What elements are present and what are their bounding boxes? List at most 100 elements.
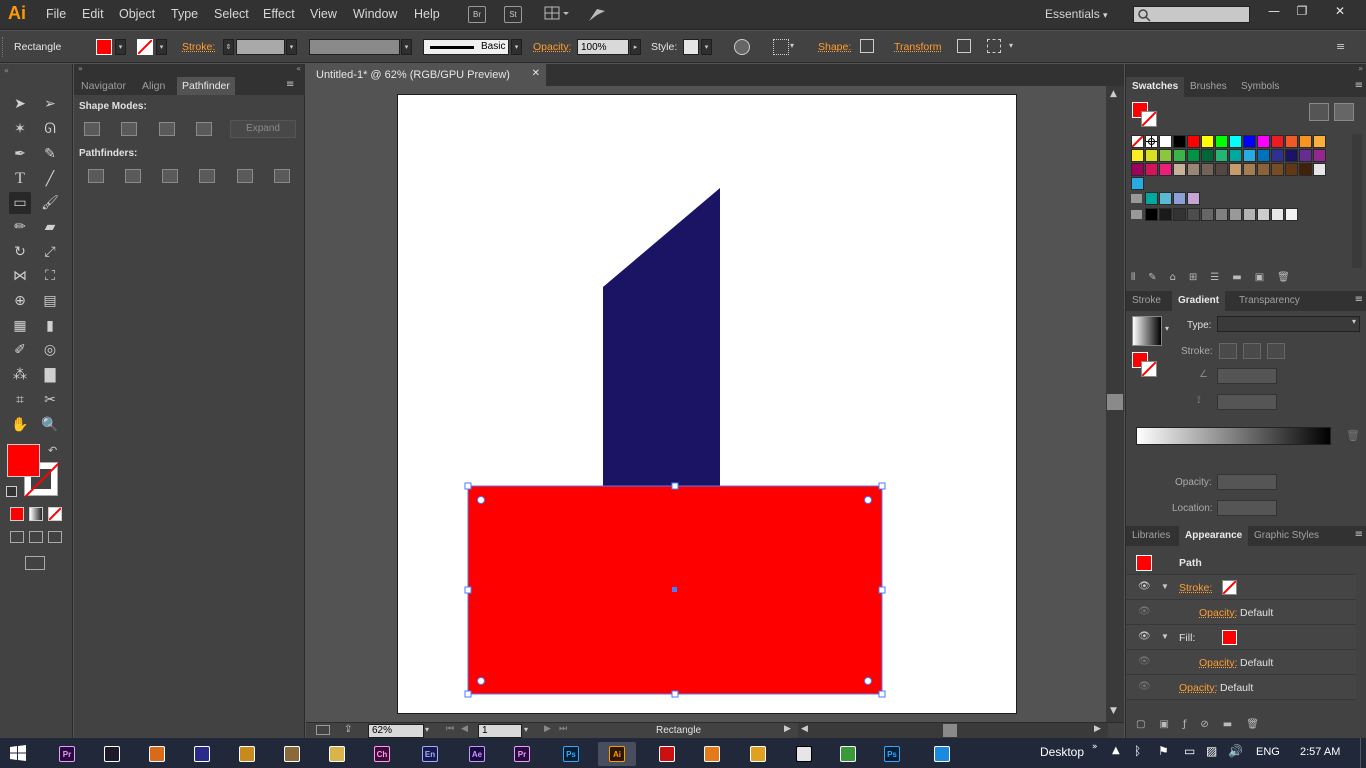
color-mode-icon[interactable] (10, 507, 24, 521)
fill-swatch[interactable] (96, 39, 112, 55)
chevron-down-icon[interactable]: ▼ (1161, 582, 1169, 591)
tray-overflow-icon[interactable]: ▲ (1112, 745, 1120, 756)
stock-button[interactable]: St (504, 6, 522, 23)
appearance-stroke-row[interactable]: 👁 ▼ Stroke: (1126, 575, 1356, 600)
color-swatch[interactable] (1187, 149, 1200, 162)
color-swatch[interactable] (1173, 149, 1186, 162)
status-menu-icon[interactable]: ▶ (784, 724, 791, 734)
color-swatch[interactable] (1243, 135, 1256, 148)
gradient-slider[interactable] (1136, 427, 1331, 445)
shape-properties-icon[interactable] (860, 39, 874, 53)
taskbar-app[interactable] (923, 742, 961, 766)
corner-widget[interactable] (477, 496, 485, 504)
aspect-ratio-field[interactable] (1217, 394, 1277, 410)
eye-icon[interactable]: 👁 (1138, 581, 1151, 592)
free-transform-tool-icon[interactable]: ⛶ (39, 265, 61, 287)
isolate-icon[interactable] (987, 39, 1001, 53)
windows-start-icon[interactable] (10, 745, 26, 761)
previous-artboard-icon[interactable]: ◀ (461, 724, 468, 734)
menu-file[interactable]: File (46, 7, 66, 21)
collapse-icon[interactable]: « (4, 66, 9, 75)
fill-swatch[interactable] (1222, 630, 1237, 645)
taskbar-app[interactable] (648, 742, 686, 766)
chevron-down-icon[interactable]: ▾ (1009, 41, 1013, 50)
taskbar-app[interactable]: Ps (873, 742, 911, 766)
screen-mode-icon[interactable] (25, 556, 45, 570)
chevron-down-icon[interactable]: ▾ (524, 725, 528, 734)
color-swatch[interactable] (1243, 163, 1256, 176)
dock-collapse-bar[interactable]: » (1126, 64, 1366, 77)
draw-normal-icon[interactable] (10, 531, 24, 543)
color-swatch[interactable] (1313, 163, 1326, 176)
color-swatch[interactable] (1173, 208, 1186, 221)
arrange-documents-icon[interactable] (544, 6, 570, 23)
expand-button[interactable]: Expand (230, 120, 296, 138)
align-to-icon[interactable] (773, 39, 789, 55)
last-artboard-icon[interactable]: ⏭ (559, 724, 567, 734)
color-swatch[interactable] (1145, 163, 1158, 176)
minus-back-icon[interactable] (274, 169, 290, 183)
color-swatch[interactable] (1173, 163, 1186, 176)
handle-middle-right[interactable] (878, 586, 886, 594)
opacity-link[interactable]: Opacity: (1179, 682, 1218, 694)
gradient-type-select[interactable]: ▾ (1217, 316, 1360, 332)
color-swatch[interactable] (1299, 149, 1312, 162)
scroll-thumb[interactable] (943, 724, 957, 737)
taskbar-app[interactable] (693, 742, 731, 766)
rectangle-tool-icon[interactable]: ▭ (9, 192, 31, 214)
profile-dropdown[interactable]: ▾ (401, 39, 412, 55)
stroke-along-icon[interactable] (1243, 343, 1261, 359)
tab-transparency[interactable]: Transparency (1233, 291, 1306, 311)
unite-icon[interactable] (84, 122, 100, 136)
color-swatch[interactable] (1313, 135, 1326, 148)
merge-icon[interactable] (162, 169, 178, 183)
gradient-location-field[interactable] (1217, 500, 1277, 516)
appearance-fill-opacity-row[interactable]: 👁 Opacity: Default (1126, 650, 1356, 675)
opacity-link[interactable]: Opacity: (1199, 607, 1238, 619)
color-swatch[interactable] (1131, 135, 1144, 148)
angle-field[interactable] (1217, 368, 1277, 384)
grip-handle[interactable] (2, 37, 5, 57)
panel-menu-icon[interactable]: ≡ (1355, 294, 1363, 305)
taskbar-app[interactable]: En (411, 742, 449, 766)
menu-object[interactable]: Object (119, 7, 155, 21)
shape-link[interactable]: Shape: (818, 41, 851, 53)
color-swatch[interactable] (1257, 163, 1270, 176)
artboard-tool-icon[interactable]: ⌗ (9, 389, 31, 411)
brush-definition[interactable]: Basic (423, 39, 509, 55)
crop-icon[interactable] (199, 169, 215, 183)
tab-symbols[interactable]: Symbols (1235, 77, 1285, 97)
panel-menu-icon[interactable]: ≡ (286, 79, 294, 90)
gradient-stroke-indicator[interactable] (1141, 361, 1157, 377)
desktop-toolbar-label[interactable]: Desktop (1040, 745, 1084, 759)
zoom-tool-icon[interactable]: 🔍 (39, 414, 61, 436)
none-mode-icon[interactable] (48, 507, 62, 521)
color-swatch[interactable] (1229, 208, 1242, 221)
stroke-weight-dropdown[interactable]: ▾ (286, 39, 297, 55)
taskbar-app[interactable]: Ae (458, 742, 496, 766)
eyedropper-tool-icon[interactable]: ✐ (9, 339, 31, 361)
appearance-stroke-opacity-row[interactable]: 👁 Opacity: Default (1126, 600, 1356, 625)
draw-inside-icon[interactable] (48, 531, 62, 543)
stroke-within-icon[interactable] (1219, 343, 1237, 359)
line-tool-icon[interactable]: ╱ (39, 168, 61, 190)
volume-icon[interactable]: 🔊 (1228, 744, 1243, 758)
color-swatch[interactable] (1131, 163, 1144, 176)
appearance-footer-icons[interactable]: ▢▣ƒ⊘▬🗑 (1136, 719, 1351, 735)
graphic-style-swatch[interactable] (683, 39, 699, 55)
action-center-icon[interactable]: ⚑ (1158, 744, 1169, 758)
curvature-tool-icon[interactable]: ✎ (39, 143, 61, 165)
panel-menu-icon[interactable]: ≡ (1355, 529, 1363, 540)
share-icon[interactable]: ⇪ (344, 724, 352, 735)
gpu-performance-icon[interactable] (587, 5, 607, 25)
taskbar-app[interactable]: Pr (503, 742, 541, 766)
appearance-path-row[interactable]: Path (1126, 550, 1356, 575)
minimize-button[interactable]: — (1260, 2, 1288, 20)
chevron-down-icon[interactable]: ▾ (425, 725, 429, 734)
swatch-folder-icon[interactable] (1131, 210, 1142, 219)
panel-collapse-bar[interactable]: » « (74, 64, 305, 77)
menu-view[interactable]: View (310, 7, 337, 21)
color-swatch[interactable] (1243, 149, 1256, 162)
color-swatch[interactable] (1159, 149, 1172, 162)
tab-appearance[interactable]: Appearance (1179, 526, 1249, 546)
